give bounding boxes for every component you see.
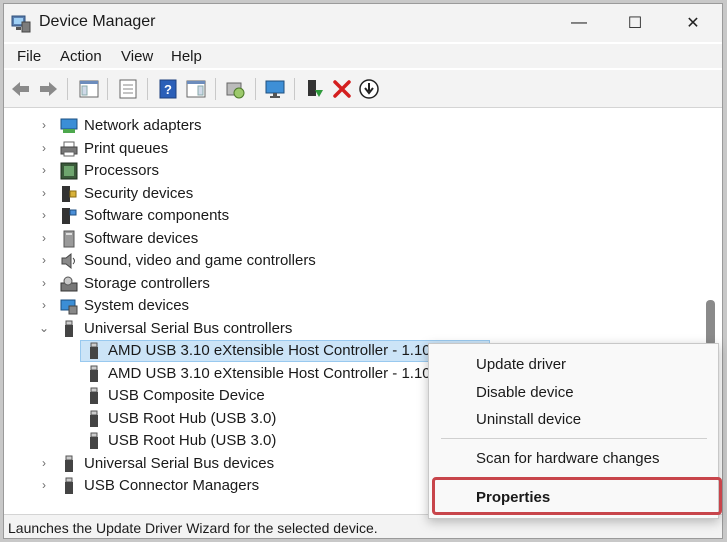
tree-item-network-adapters[interactable]: › Network adapters	[4, 115, 694, 137]
processor-icon	[60, 162, 78, 180]
tree-item-label: Print queues	[84, 140, 169, 157]
svg-text:?: ?	[164, 82, 172, 97]
tree-item-system-devices[interactable]: › System devices	[4, 295, 694, 317]
usb-icon	[90, 365, 98, 382]
tree-item-label: Storage controllers	[84, 275, 210, 292]
properties-icon[interactable]	[117, 78, 139, 100]
chevron-right-icon[interactable]: ›	[38, 231, 50, 245]
tree-item-label: USB Composite Device	[108, 387, 265, 404]
chevron-right-icon[interactable]: ›	[38, 141, 50, 155]
chevron-right-icon[interactable]: ›	[38, 478, 50, 492]
tree-item-label: Universal Serial Bus devices	[84, 455, 275, 472]
forward-arrow-icon[interactable]	[37, 78, 59, 100]
tree-item-label: Processors	[84, 162, 160, 179]
tree-item-software-components[interactable]: › Software components	[4, 205, 694, 227]
toolbar: ?	[4, 70, 722, 108]
tree-item-software-devices[interactable]: › Software devices	[4, 228, 694, 250]
printer-icon	[60, 141, 78, 157]
scan-hardware-icon[interactable]	[225, 78, 247, 100]
tree-item-label: USB Root Hub (USB 3.0)	[108, 410, 277, 427]
tree-item-label: Software devices	[84, 230, 199, 247]
menu-separator	[441, 438, 707, 439]
usb-icon	[65, 455, 73, 472]
help-icon[interactable]: ?	[157, 78, 179, 100]
enable-device-icon[interactable]	[358, 78, 380, 100]
tree-item-label: Sound, video and game controllers	[84, 252, 316, 269]
chevron-right-icon[interactable]: ›	[38, 456, 50, 470]
usb-icon	[65, 477, 73, 494]
uninstall-device-icon[interactable]	[331, 78, 353, 100]
software-device-icon	[63, 230, 75, 248]
back-arrow-icon[interactable]	[10, 78, 32, 100]
speaker-icon	[61, 252, 75, 270]
tree-item-print-queues[interactable]: › Print queues	[4, 138, 694, 160]
scrollbar-thumb[interactable]	[706, 300, 715, 346]
monitor-icon[interactable]	[264, 78, 286, 100]
security-device-icon	[62, 186, 77, 202]
status-text: Launches the Update Driver Wizard for th…	[8, 520, 378, 536]
software-component-icon	[62, 208, 77, 224]
chevron-right-icon[interactable]: ›	[38, 118, 50, 132]
chevron-right-icon[interactable]: ›	[38, 163, 50, 177]
menu-help[interactable]: Help	[171, 48, 202, 65]
storage-controller-icon	[60, 276, 78, 292]
menu-item-scan-hardware[interactable]: Scan for hardware changes	[476, 450, 659, 467]
menu-item-uninstall-device[interactable]: Uninstall device	[476, 411, 581, 428]
tree-item-label: Universal Serial Bus controllers	[84, 320, 293, 337]
usb-icon	[90, 387, 98, 404]
usb-icon	[65, 320, 73, 337]
update-driver-icon[interactable]	[304, 78, 326, 100]
tree-item-label: Software components	[84, 207, 230, 224]
maximize-button[interactable]: ☐	[612, 4, 658, 42]
minimize-icon: —	[571, 14, 587, 31]
tree-item-label: Network adapters	[84, 117, 202, 134]
tree-item-security-devices[interactable]: › Security devices	[4, 183, 694, 205]
chevron-right-icon[interactable]: ›	[38, 253, 50, 267]
network-adapter-icon	[60, 118, 78, 133]
window-title: Device Manager	[39, 13, 156, 30]
device-manager-icon	[11, 15, 31, 33]
show-hide-console-tree-icon[interactable]	[78, 78, 100, 100]
menu-item-disable-device[interactable]: Disable device	[476, 384, 574, 401]
menu-bar: File Action View Help	[4, 44, 722, 68]
chevron-right-icon[interactable]: ›	[38, 276, 50, 290]
chevron-right-icon[interactable]: ›	[38, 186, 50, 200]
chevron-right-icon[interactable]: ›	[38, 208, 50, 222]
system-device-icon	[60, 299, 78, 315]
maximize-icon: ☐	[627, 15, 643, 32]
tree-item-label: USB Root Hub (USB 3.0)	[108, 432, 277, 449]
menu-item-update-driver[interactable]: Update driver	[476, 356, 566, 373]
usb-icon	[90, 342, 98, 359]
close-button[interactable]: ✕	[670, 4, 716, 42]
usb-icon	[90, 410, 98, 427]
tree-item-storage-controllers[interactable]: › Storage controllers	[4, 273, 694, 295]
properties-highlight-box	[432, 477, 722, 515]
usb-icon	[90, 432, 98, 449]
title-bar: Device Manager — ☐ ✕	[4, 4, 722, 42]
menu-action[interactable]: Action	[60, 48, 102, 65]
minimize-button[interactable]: —	[556, 4, 602, 42]
tree-item-usb-controllers[interactable]: ⌄ Universal Serial Bus controllers	[4, 318, 694, 340]
tree-item-label: Security devices	[84, 185, 194, 202]
menu-view[interactable]: View	[121, 48, 153, 65]
menu-file[interactable]: File	[17, 48, 41, 65]
chevron-down-icon[interactable]: ⌄	[38, 321, 50, 335]
chevron-right-icon[interactable]: ›	[38, 298, 50, 312]
close-icon: ✕	[686, 15, 700, 32]
action-pane-icon[interactable]	[185, 78, 207, 100]
tree-item-label: USB Connector Managers	[84, 477, 260, 494]
tree-item-sound-video-game[interactable]: › Sound, video and game controllers	[4, 250, 694, 272]
tree-item-label: System devices	[84, 297, 190, 314]
tree-item-processors[interactable]: › Processors	[4, 160, 694, 182]
